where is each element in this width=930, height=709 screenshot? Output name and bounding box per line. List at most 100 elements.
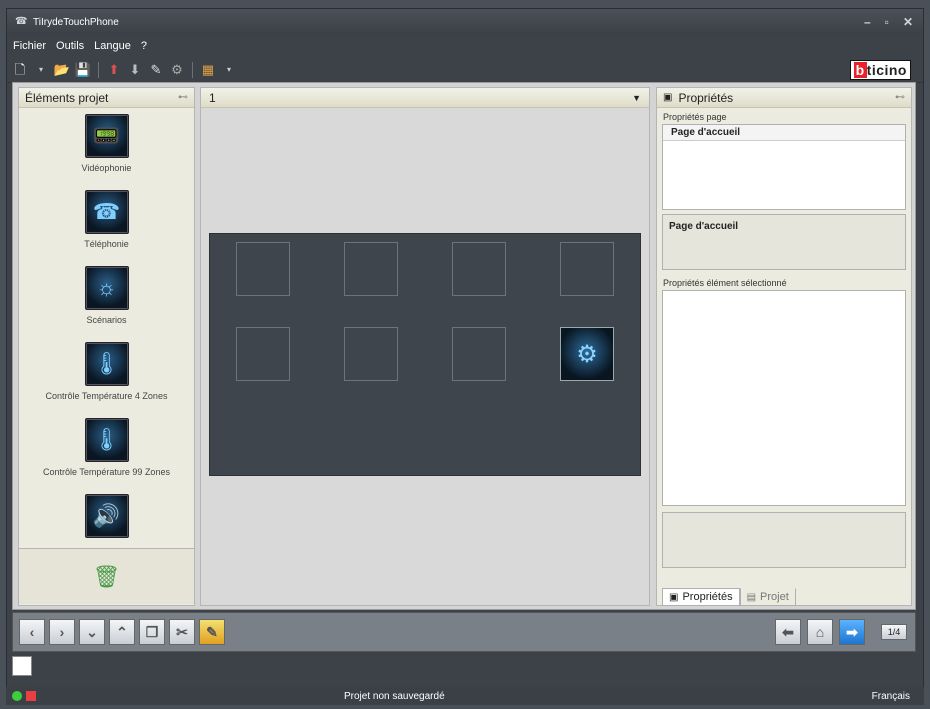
home-icon: ⌂ xyxy=(815,624,825,640)
thermometer-icon: 🌡 xyxy=(84,418,129,462)
next-page-button[interactable]: ➡ xyxy=(839,619,865,645)
upload-icon[interactable]: ⬆ xyxy=(105,61,123,79)
minimize-icon[interactable]: – xyxy=(864,15,871,29)
grid-header: Page d'accueil xyxy=(663,125,905,141)
empty-slot[interactable] xyxy=(344,327,398,381)
properties-panel: ▣ Propriétés ⊷ Propriétés page Page d'ac… xyxy=(656,87,912,606)
empty-slot[interactable] xyxy=(452,327,506,381)
check-icon xyxy=(12,691,22,701)
list-item[interactable]: ☼ Scénarios xyxy=(19,260,194,336)
thermometer-icon: 🌡 xyxy=(84,342,129,386)
empty-slot[interactable] xyxy=(236,327,290,381)
panel-title: Propriétés xyxy=(678,90,734,105)
menu-langue[interactable]: Langue xyxy=(94,40,131,52)
page-selector-value: 1 xyxy=(209,90,216,105)
menu-bar: Fichier Outils Langue ? xyxy=(7,35,923,57)
list-item[interactable]: 🌡 Contrôle Température 99 Zones xyxy=(19,412,194,488)
speaker-icon: 🔊 xyxy=(84,494,129,538)
pin-icon[interactable]: ⊷ xyxy=(895,92,905,103)
language-indicator[interactable]: Français xyxy=(872,691,910,702)
element-label: Contrôle Température 4 Zones xyxy=(45,391,168,401)
copy-button[interactable]: ❐ xyxy=(139,619,165,645)
description-box xyxy=(662,512,906,568)
toolbar-separator xyxy=(98,61,99,78)
move-down-button[interactable]: ⌄ xyxy=(79,619,105,645)
paint-button[interactable]: ✎ xyxy=(199,619,225,645)
empty-slot[interactable] xyxy=(452,242,506,296)
properties-tabs: ▣ Propriétés ▤ Projet xyxy=(662,588,796,606)
page-name: Page d'accueil xyxy=(669,221,739,232)
chevron-down-icon[interactable]: ▼ xyxy=(632,93,641,103)
videophone-icon: 📟 xyxy=(84,114,129,158)
settings-slot[interactable]: ⚙ xyxy=(560,327,614,381)
project-elements-panel: Éléments projet ⊷ 📟 Vidéophonie ☎ Téléph… xyxy=(18,87,195,606)
page-selector[interactable]: 1 ▼ xyxy=(201,88,649,108)
download-icon[interactable]: ⬇ xyxy=(126,61,144,79)
element-label: Vidéophonie xyxy=(81,163,132,173)
empty-slot[interactable] xyxy=(236,242,290,296)
color-swatch[interactable] xyxy=(12,656,32,676)
move-up-button[interactable]: ⌃ xyxy=(109,619,135,645)
colors-icon[interactable]: ▦ xyxy=(199,61,217,79)
menu-help[interactable]: ? xyxy=(141,40,147,52)
chevron-down-icon: ⌄ xyxy=(86,623,98,640)
maximize-icon[interactable]: ▫ xyxy=(885,15,889,29)
page-properties-grid[interactable]: Page d'accueil xyxy=(662,124,906,210)
empty-slot[interactable] xyxy=(560,242,614,296)
cut-button[interactable]: ✂ xyxy=(169,619,195,645)
chevron-right-icon: › xyxy=(59,624,65,640)
properties-icon: ▣ xyxy=(663,92,673,103)
previous-page-button[interactable]: ⬅ xyxy=(775,619,801,645)
navigation-bar: ‹ › ⌄ ⌃ ❐ ✂ ✎ ⬅ ⌂ ➡ 1/4 xyxy=(12,612,916,652)
tab-project[interactable]: ▤ Projet xyxy=(739,588,796,606)
panel-title: Éléments projet xyxy=(25,90,109,105)
list-item[interactable]: 🔊 xyxy=(19,488,194,548)
move-right-button[interactable]: › xyxy=(49,619,75,645)
title-bar: ☎ TiIrydeTouchPhone – ▫ ✕ xyxy=(7,9,923,35)
new-dropdown-icon[interactable]: ▾ xyxy=(32,61,50,79)
arrow-left-icon: ⬅ xyxy=(782,623,794,640)
pin-icon[interactable]: ⊷ xyxy=(178,92,188,103)
status-bar: Projet non sauvegardé Français xyxy=(6,687,924,705)
menu-outils[interactable]: Outils xyxy=(56,40,84,52)
arrow-right-icon: ➡ xyxy=(846,623,858,640)
selected-properties-grid[interactable] xyxy=(662,290,906,506)
error-icon xyxy=(26,691,36,701)
list-item[interactable]: 🌡 Contrôle Température 4 Zones xyxy=(19,336,194,412)
chevron-up-icon: ⌃ xyxy=(116,623,128,640)
list-item[interactable]: ☎ Téléphonie xyxy=(19,184,194,260)
element-label: Contrôle Température 99 Zones xyxy=(43,467,170,477)
scenarios-icon: ☼ xyxy=(84,266,129,310)
chevron-left-icon: ‹ xyxy=(29,624,35,640)
save-icon[interactable]: 💾 xyxy=(74,61,92,79)
properties-icon: ▣ xyxy=(669,591,679,603)
window-controls: – ▫ ✕ xyxy=(864,15,913,29)
settings-icon[interactable]: ⚙ xyxy=(168,61,186,79)
colors-dropdown-icon[interactable]: ▾ xyxy=(220,61,238,79)
toolbar: 🗋 ▾ 📂 💾 ⬆ ⬇ ✎ ⚙ ▦ ▾ b ticino xyxy=(7,57,923,83)
toolbar-separator xyxy=(192,61,193,78)
trash-icon: 🗑 xyxy=(92,563,121,589)
element-label: Téléphonie xyxy=(84,239,129,249)
close-icon[interactable]: ✕ xyxy=(903,15,913,29)
new-file-icon[interactable]: 🗋 xyxy=(11,61,29,79)
panel-header: ▣ Propriétés ⊷ xyxy=(657,88,911,108)
tools-icon[interactable]: ✎ xyxy=(147,61,165,79)
tab-properties[interactable]: ▣ Propriétés xyxy=(662,588,740,606)
status-message: Projet non sauvegardé xyxy=(344,690,445,702)
open-folder-icon[interactable]: 📂 xyxy=(53,61,71,79)
home-button[interactable]: ⌂ xyxy=(807,619,833,645)
empty-slot[interactable] xyxy=(344,242,398,296)
telephone-icon: ☎ xyxy=(84,190,129,234)
page-name-display: Page d'accueil xyxy=(662,214,906,270)
page-editor: 1 ▼ ⚙ xyxy=(200,87,650,606)
selected-props-label: Propriétés élément sélectionné xyxy=(663,278,787,288)
menu-fichier[interactable]: Fichier xyxy=(13,40,46,52)
page-indicator: 1/4 xyxy=(881,624,907,640)
list-item[interactable]: 📟 Vidéophonie xyxy=(19,108,194,184)
trash-bin[interactable]: 🗑 xyxy=(19,548,194,604)
move-left-button[interactable]: ‹ xyxy=(19,619,45,645)
scissors-icon: ✂ xyxy=(176,623,188,640)
brush-icon: ✎ xyxy=(206,623,218,640)
page-navigation: ⬅ ⌂ ➡ 1/4 xyxy=(775,619,907,645)
